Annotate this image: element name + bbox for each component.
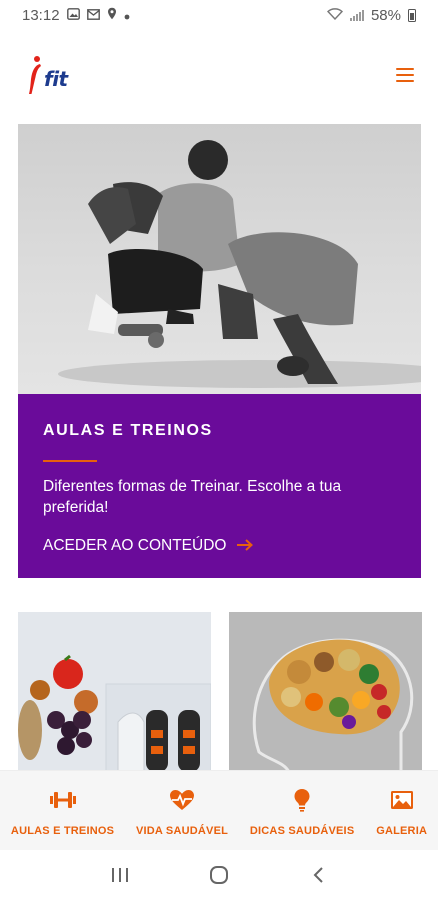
back-icon[interactable]: [298, 860, 338, 890]
location-icon: [107, 7, 117, 23]
hero-description: Diferentes formas de Treinar. Escolhe a …: [43, 478, 342, 516]
status-bar: 13:12 58%: [0, 0, 438, 30]
access-content-label: ACEDER AO CONTEÚDO: [43, 536, 227, 554]
lightbulb-icon: [288, 787, 316, 813]
access-content-link[interactable]: ACEDER AO CONTEÚDO: [43, 535, 396, 556]
nav-label-healthy-tips: DICAS SAUDÁVEIS: [249, 825, 355, 837]
home-icon[interactable]: [199, 860, 239, 890]
status-time: 13:12: [22, 6, 60, 24]
hero-divider: [43, 460, 97, 462]
logo[interactable]: fit: [28, 53, 68, 97]
nav-label-healthy-life: VIDA SAUDÁVEL: [136, 825, 229, 837]
healthy-tips-thumbnail[interactable]: [229, 612, 422, 772]
signal-icon: [349, 9, 364, 21]
hero-title: AULAS E TREINOS: [43, 422, 213, 439]
status-right: 58%: [326, 6, 416, 24]
system-navigation-bar: [0, 850, 438, 900]
status-left: 13:12: [22, 7, 130, 24]
bottom-navigation: AULAS E TREINOS VIDA SAUDÁVEL DICAS SAUD…: [0, 770, 438, 850]
photo-notification-icon: [66, 7, 80, 23]
healthy-life-thumbnail[interactable]: [18, 612, 211, 772]
logo-figure-icon: [29, 56, 41, 94]
nav-item-gallery[interactable]: GALERIA: [365, 771, 438, 850]
dot-notification-icon: [124, 8, 130, 23]
hamburger-menu-icon[interactable]: [396, 68, 414, 82]
hero-card[interactable]: AULAS E TREINOS Diferentes formas de Tre…: [18, 124, 421, 578]
battery-icon: [408, 8, 416, 22]
nav-item-healthy-tips[interactable]: DICAS SAUDÁVEIS: [239, 771, 365, 850]
nav-label-gallery: GALERIA: [376, 825, 428, 837]
mail-notification-icon: [86, 8, 100, 23]
app-header: fit: [0, 40, 438, 110]
nav-item-workouts[interactable]: AULAS E TREINOS: [0, 771, 125, 850]
nav-item-healthy-life[interactable]: VIDA SAUDÁVEL: [125, 771, 239, 850]
dumbbell-icon: [49, 787, 77, 813]
hero-image: [18, 124, 421, 394]
logo-text: fit: [44, 67, 68, 91]
hero-panel: AULAS E TREINOS Diferentes formas de Tre…: [18, 394, 421, 578]
arrow-right-icon: [236, 535, 254, 556]
wifi-icon: [326, 7, 343, 24]
heartbeat-icon: [168, 787, 196, 813]
nav-label-workouts: AULAS E TREINOS: [10, 825, 115, 837]
battery-percent: 58%: [370, 6, 401, 24]
image-icon: [388, 787, 416, 813]
recent-apps-icon[interactable]: [100, 860, 140, 890]
